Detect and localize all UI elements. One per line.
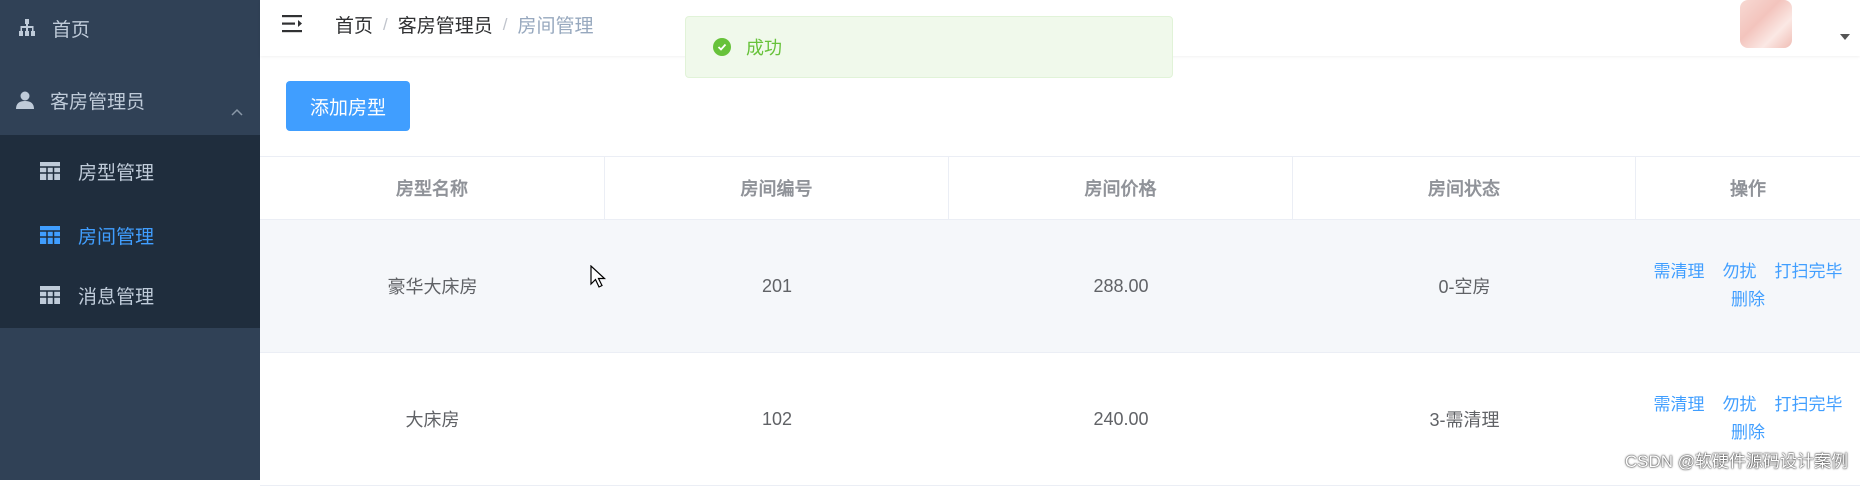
table-icon	[40, 162, 62, 180]
column-header: 操作	[1730, 179, 1766, 199]
delete-button[interactable]: 删除	[1731, 286, 1765, 314]
cleaning-done-button[interactable]: 打扫完毕	[1775, 391, 1843, 419]
table-row[interactable]: 豪华大床房 201 288.00 0-空房 需清理 勿扰 打扫完毕 删除	[260, 220, 1860, 353]
cell-actions: 需清理 勿扰 打扫完毕 删除	[1636, 220, 1860, 352]
table-icon	[40, 226, 62, 244]
mouse-cursor-icon	[590, 265, 607, 288]
hamburger-icon[interactable]	[280, 10, 308, 38]
sitemap-icon	[16, 17, 38, 39]
cell-room-number: 102	[761, 408, 793, 429]
do-not-disturb-button[interactable]: 勿扰	[1723, 391, 1757, 419]
column-header: 房型名称	[260, 157, 605, 219]
cell-room-type: 豪华大床房	[387, 277, 478, 297]
breadcrumb-current: 房间管理	[517, 16, 594, 37]
sidebar-group-label: 客房管理员	[50, 91, 146, 113]
need-cleaning-button[interactable]: 需清理	[1654, 258, 1705, 286]
sidebar-item-room-type[interactable]: 房型管理	[0, 139, 260, 203]
breadcrumb-home[interactable]: 首页	[335, 11, 373, 38]
cell-room-price: 288.00	[1093, 275, 1149, 296]
toast-message: 成功	[746, 38, 782, 58]
breadcrumb: 首页 / 客房管理员 / 房间管理	[335, 11, 594, 38]
sidebar-item-label: 房间管理	[78, 226, 155, 248]
sidebar-item-label: 房型管理	[78, 162, 155, 184]
avatar[interactable]	[1740, 0, 1792, 48]
sidebar-submenu: 房型管理 房间管理 消息管理	[0, 135, 260, 328]
breadcrumb-group[interactable]: 客房管理员	[398, 11, 493, 38]
sidebar-item-room[interactable]: 房间管理	[0, 203, 260, 267]
cell-room-number: 201	[761, 275, 793, 296]
chevron-up-icon	[231, 108, 243, 116]
watermark: CSDN @软硬件源码设计案例	[1624, 452, 1848, 471]
cell-room-type: 大床房	[405, 410, 460, 430]
user-icon	[14, 89, 36, 111]
do-not-disturb-button[interactable]: 勿扰	[1723, 258, 1757, 286]
breadcrumb-separator: /	[502, 14, 508, 34]
table-header: 房型名称 房间编号 房间价格 房间状态 操作	[260, 156, 1860, 220]
column-header: 房间价格	[949, 157, 1293, 219]
need-cleaning-button[interactable]: 需清理	[1654, 391, 1705, 419]
table-row[interactable]: 大床房 102 240.00 3-需清理 需清理 勿扰 打扫完毕 删除	[260, 353, 1860, 486]
cell-room-status: 3-需清理	[1429, 410, 1500, 430]
breadcrumb-separator: /	[383, 14, 388, 34]
sidebar-item-message[interactable]: 消息管理	[0, 263, 260, 327]
sidebar: 首页 客房管理员 房型管理 房间管理 消息管理	[0, 0, 260, 480]
sidebar-item-label: 首页	[52, 19, 91, 41]
sidebar-item-label: 消息管理	[78, 286, 155, 308]
sidebar-group-housekeeper[interactable]: 客房管理员	[0, 80, 274, 120]
table-icon	[40, 286, 62, 304]
sidebar-item-home[interactable]: 首页	[0, 8, 276, 48]
caret-down-icon[interactable]	[1840, 34, 1850, 40]
cell-room-price: 240.00	[1093, 408, 1149, 429]
add-room-type-button[interactable]: 添加房型	[286, 81, 410, 131]
cleaning-done-button[interactable]: 打扫完毕	[1775, 258, 1843, 286]
room-table: 房型名称 房间编号 房间价格 房间状态 操作 豪华大床房 201 288.00 …	[260, 156, 1860, 486]
delete-button[interactable]: 删除	[1731, 419, 1765, 447]
check-circle-icon	[713, 38, 731, 56]
cell-room-status: 0-空房	[1438, 277, 1491, 297]
column-header: 房间编号	[605, 157, 949, 219]
success-toast: 成功	[685, 16, 1173, 78]
column-header: 房间状态	[1293, 157, 1636, 219]
